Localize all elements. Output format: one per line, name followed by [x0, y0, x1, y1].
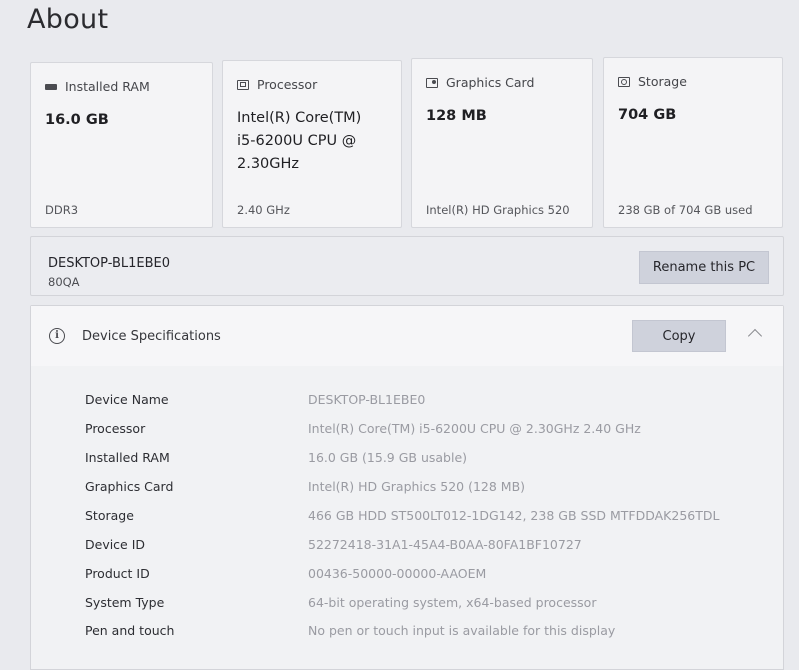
spec-label: Storage [85, 508, 134, 523]
spec-value: 16.0 GB (15.9 GB usable) [308, 450, 468, 465]
page-title: About [27, 4, 109, 35]
device-specifications-panel: i Device Specifications Copy Device Name… [30, 305, 784, 670]
memory-icon [45, 83, 57, 90]
card-value-line: 2.30GHz [237, 156, 300, 172]
spec-label: Device Name [85, 392, 169, 407]
pc-name-bar: DESKTOP-BL1EBE0 80QA Rename this PC [30, 236, 784, 296]
card-value-line: Intel(R) Core(TM) [237, 110, 362, 126]
spec-value: Intel(R) HD Graphics 520 (128 MB) [308, 479, 526, 494]
card-footer: Intel(R) HD Graphics 520 [426, 203, 570, 217]
info-icon: i [49, 328, 65, 344]
spec-row-storage: Storage 466 GB HDD ST500LT012-1DG142, 23… [31, 508, 783, 530]
spec-value: 64-bit operating system, x64-based proce… [308, 595, 597, 610]
card-label: Storage [638, 74, 687, 89]
spec-value: DESKTOP-BL1EBE0 [308, 392, 426, 407]
card-value-line: 128 MB [426, 108, 487, 124]
pc-model: 80QA [48, 275, 80, 289]
card-footer: 238 GB of 704 GB used [618, 203, 753, 217]
card-value: 16.0 GB [45, 109, 109, 132]
card-footer: DDR3 [45, 203, 79, 217]
card-value-line: 16.0 GB [45, 112, 109, 128]
card-value: 704 GB [618, 104, 676, 127]
spec-row-graphics-card: Graphics Card Intel(R) HD Graphics 520 (… [31, 479, 783, 501]
spec-label: Graphics Card [85, 479, 174, 494]
card-footer: 2.40 GHz [237, 203, 290, 217]
card-graphics: Graphics Card 128 MB Intel(R) HD Graphic… [411, 58, 593, 228]
card-storage: Storage 704 GB 238 GB of 704 GB used [603, 57, 783, 228]
spec-value: 00436-50000-00000-AAOEM [308, 566, 487, 581]
pc-name: DESKTOP-BL1EBE0 [48, 256, 170, 271]
spec-value: Intel(R) Core(TM) i5-6200U CPU @ 2.30GHz… [308, 421, 641, 436]
spec-row-product-id: Product ID 00436-50000-00000-AAOEM [31, 566, 783, 588]
spec-value: 466 GB HDD ST500LT012-1DG142, 238 GB SSD… [308, 508, 720, 523]
spec-value: 52272418-31A1-45A4-B0AA-80FA1BF10727 [308, 537, 582, 552]
device-specifications-header[interactable]: i Device Specifications Copy [31, 306, 783, 366]
spec-label: Pen and touch [85, 623, 175, 638]
spec-label: Device ID [85, 537, 146, 552]
spec-row-device-id: Device ID 52272418-31A1-45A4-B0AA-80FA1B… [31, 537, 783, 559]
card-value: 128 MB [426, 105, 487, 128]
spec-label: Processor [85, 421, 146, 436]
spec-row-system-type: System Type 64-bit operating system, x64… [31, 595, 783, 617]
card-processor: Processor Intel(R) Core(TM) i5-6200U CPU… [222, 60, 402, 228]
spec-row-processor: Processor Intel(R) Core(TM) i5-6200U CPU… [31, 421, 783, 443]
graphics-card-icon [426, 77, 438, 88]
processor-icon [237, 79, 249, 90]
spec-label: Product ID [85, 566, 150, 581]
device-specifications-title: Device Specifications [82, 329, 221, 344]
card-value-line: 704 GB [618, 107, 677, 123]
storage-icon [618, 76, 630, 87]
spec-label: Installed RAM [85, 450, 170, 465]
chevron-up-icon[interactable] [747, 328, 763, 344]
spec-value: No pen or touch input is available for t… [308, 623, 616, 638]
card-label: Processor [257, 77, 318, 92]
rename-pc-button[interactable]: Rename this PC [639, 251, 769, 284]
card-installed-ram: Installed RAM 16.0 GB DDR3 [30, 62, 213, 228]
card-label: Installed RAM [65, 79, 150, 94]
spec-row-device-name: Device Name DESKTOP-BL1EBE0 [31, 392, 783, 414]
spec-row-installed-ram: Installed RAM 16.0 GB (15.9 GB usable) [31, 450, 783, 472]
copy-button[interactable]: Copy [632, 320, 726, 352]
card-value-line: i5-6200U CPU @ [237, 133, 357, 149]
spec-label: System Type [85, 595, 165, 610]
spec-row-pen-and-touch: Pen and touch No pen or touch input is a… [31, 623, 783, 645]
card-value: Intel(R) Core(TM) i5-6200U CPU @ 2.30GHz [237, 107, 361, 176]
card-label: Graphics Card [446, 75, 535, 90]
